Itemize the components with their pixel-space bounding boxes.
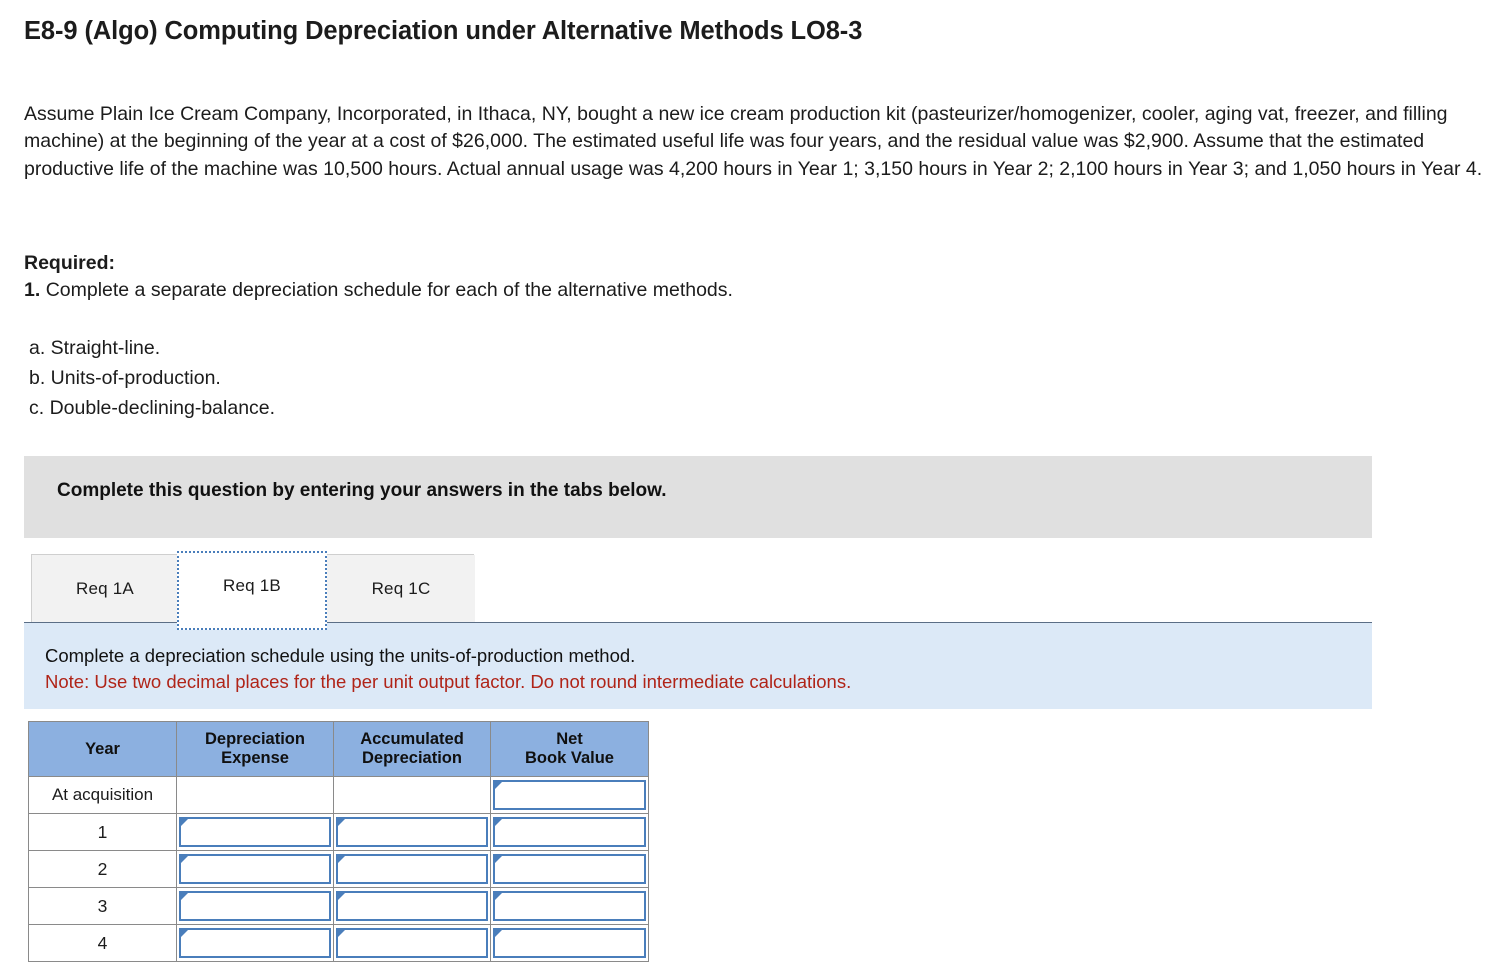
column-header-net-book-value: Net Book Value: [490, 721, 649, 777]
input-depreciation-expense-year-1[interactable]: [179, 817, 331, 847]
input-net-book-value-year-1[interactable]: [493, 817, 646, 847]
row-label-year-1: 1: [28, 813, 177, 851]
input-accumulated-depreciation-year-2[interactable]: [336, 854, 488, 884]
input-net-book-value-year-4[interactable]: [493, 928, 646, 958]
required-item-number: 1.: [24, 279, 41, 302]
cell-net-book-value-year-4: [490, 924, 649, 962]
instruction-panel-line-1: Complete a depreciation schedule using t…: [45, 645, 636, 666]
input-depreciation-expense-year-3[interactable]: [179, 891, 331, 921]
page-title: E8-9 (Algo) Computing Depreciation under…: [24, 17, 863, 45]
table-row: 3: [28, 887, 649, 925]
input-net-book-value-at-acquisition[interactable]: [493, 780, 646, 810]
input-depreciation-expense-year-2[interactable]: [179, 854, 331, 884]
cell-net-book-value-year-1: [490, 813, 649, 851]
column-header-net-book-value-line-2: Book Value: [525, 749, 614, 767]
cell-accumulated-depreciation-at-acquisition: [333, 776, 491, 814]
required-item-1: 1. Complete a separate depreciation sche…: [24, 277, 733, 304]
column-header-depreciation-expense-line-1: Depreciation: [205, 730, 305, 748]
table-row: 2: [28, 850, 649, 888]
cell-depreciation-expense-year-3: [176, 887, 334, 925]
problem-statement: Assume Plain Ice Cream Company, Incorpor…: [24, 103, 1483, 180]
cell-accumulated-depreciation-year-1: [333, 813, 491, 851]
required-item-text: Complete a separate depreciation schedul…: [45, 279, 733, 302]
column-header-depreciation-expense-line-2: Expense: [221, 749, 289, 767]
input-net-book-value-year-3[interactable]: [493, 891, 646, 921]
method-item-b: b. Units-of-production.: [29, 367, 221, 389]
table-row: At acquisition: [28, 776, 649, 814]
input-accumulated-depreciation-year-4[interactable]: [336, 928, 488, 958]
instruction-panel: Complete a depreciation schedule using t…: [24, 622, 1372, 709]
input-accumulated-depreciation-year-3[interactable]: [336, 891, 488, 921]
tab-req-1c[interactable]: Req 1C: [327, 555, 475, 622]
required-label: Required:: [24, 252, 116, 274]
column-header-year: Year: [28, 721, 177, 777]
cell-accumulated-depreciation-year-4: [333, 924, 491, 962]
method-item-a: a. Straight-line.: [29, 337, 161, 359]
tab-req-1b[interactable]: Req 1B: [177, 551, 327, 630]
cell-depreciation-expense-year-2: [176, 850, 334, 888]
column-header-year-line-1: Year: [85, 739, 120, 758]
cell-accumulated-depreciation-year-2: [333, 850, 491, 888]
column-header-accumulated-depreciation-line-1: Accumulated: [360, 730, 464, 748]
cell-accumulated-depreciation-year-3: [333, 887, 491, 925]
cell-depreciation-expense-year-4: [176, 924, 334, 962]
row-label-year-3: 3: [28, 887, 177, 925]
cell-depreciation-expense-at-acquisition: [176, 776, 334, 814]
cell-net-book-value-at-acquisition: [490, 776, 649, 814]
column-header-net-book-value-line-1: Net: [556, 730, 583, 748]
method-item-c: c. Double-declining-balance.: [29, 397, 276, 419]
tab-req-1a[interactable]: Req 1A: [32, 555, 179, 622]
methods-list: a. Straight-line. b. Units-of-production…: [29, 333, 275, 423]
complete-question-banner: Complete this question by entering your …: [24, 456, 1372, 538]
instruction-panel-note: Note: Use two decimal places for the per…: [45, 671, 852, 692]
table-row: 4: [28, 924, 649, 962]
depreciation-schedule-table: Year Depreciation Expense Accumulated De…: [28, 721, 649, 962]
input-depreciation-expense-year-4[interactable]: [179, 928, 331, 958]
input-net-book-value-year-2[interactable]: [493, 854, 646, 884]
cell-depreciation-expense-year-1: [176, 813, 334, 851]
cell-net-book-value-year-2: [490, 850, 649, 888]
table-header-row: Year Depreciation Expense Accumulated De…: [28, 721, 649, 777]
cell-net-book-value-year-3: [490, 887, 649, 925]
row-label-year-2: 2: [28, 850, 177, 888]
input-accumulated-depreciation-year-1[interactable]: [336, 817, 488, 847]
complete-question-banner-text: Complete this question by entering your …: [57, 480, 667, 501]
column-header-accumulated-depreciation: Accumulated Depreciation: [333, 721, 491, 777]
table-row: 1: [28, 813, 649, 851]
row-label-year-4: 4: [28, 924, 177, 962]
column-header-accumulated-depreciation-line-2: Depreciation: [362, 749, 462, 767]
required-section: Required: 1. Complete a separate depreci…: [24, 250, 733, 305]
column-header-depreciation-expense: Depreciation Expense: [176, 721, 334, 777]
row-label-at-acquisition: At acquisition: [28, 776, 177, 814]
